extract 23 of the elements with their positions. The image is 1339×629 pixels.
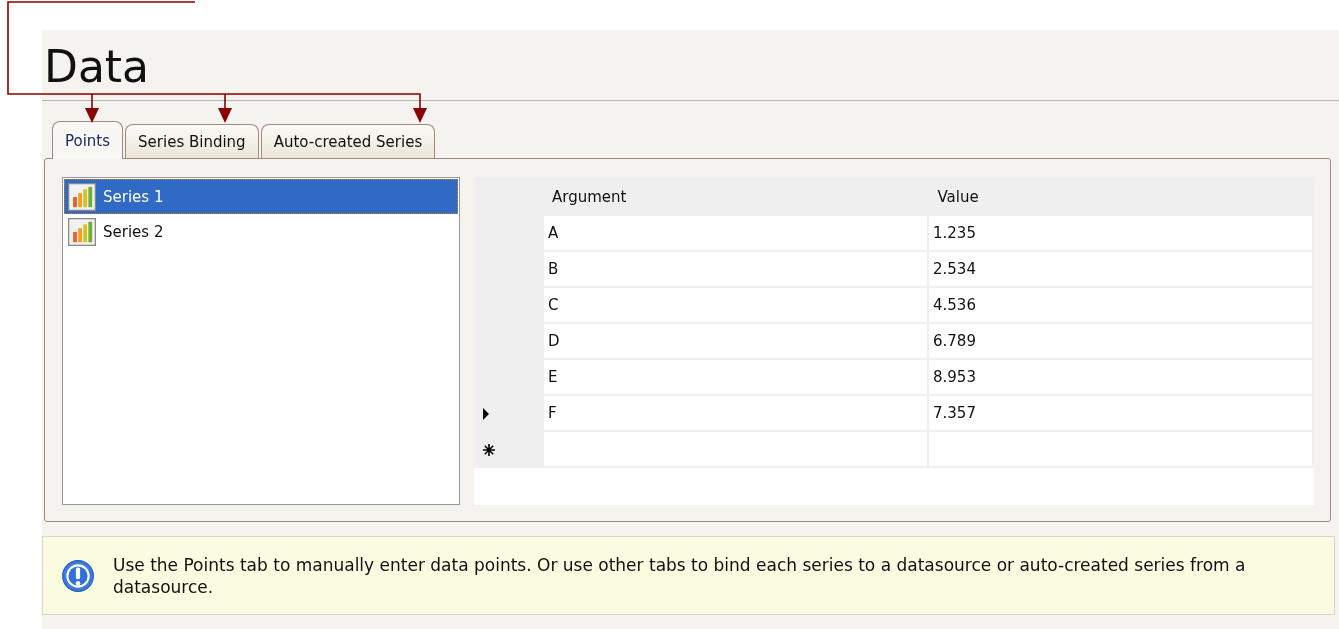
tab[interactable]: Series Binding (125, 124, 259, 158)
bar-chart-icon (68, 182, 96, 211)
tab[interactable]: Points (52, 121, 124, 159)
info-message: Use the Points tab to manually enter data points. Or use other tabs to bind each series to a datasource or auto-created series from a datasource. (113, 553, 1247, 598)
row-header[interactable] (474, 432, 544, 468)
table-cell: 1.235 (929, 216, 1314, 252)
table-cell: 4.536 (929, 288, 1314, 324)
table-cell: 7.357 (929, 396, 1314, 432)
info-icon (61, 558, 95, 593)
table-cell: 8.953 (929, 360, 1314, 396)
table-cell: 2.534 (929, 252, 1314, 288)
table-cell: D (544, 324, 929, 360)
table-cell: B (544, 252, 929, 288)
table-cell: E (544, 360, 929, 396)
table-cell: 6.789 (929, 324, 1314, 360)
tab[interactable]: Auto-created Series (260, 124, 436, 158)
series-list-item[interactable]: Series 1 (64, 179, 458, 214)
section-title: Data (44, 40, 151, 94)
table-cell: F (544, 396, 929, 432)
table-cell: A (544, 216, 929, 252)
table-cell: C (544, 288, 929, 324)
bar-chart-icon (68, 217, 96, 246)
series-list-item[interactable]: Series 2 (64, 214, 458, 249)
